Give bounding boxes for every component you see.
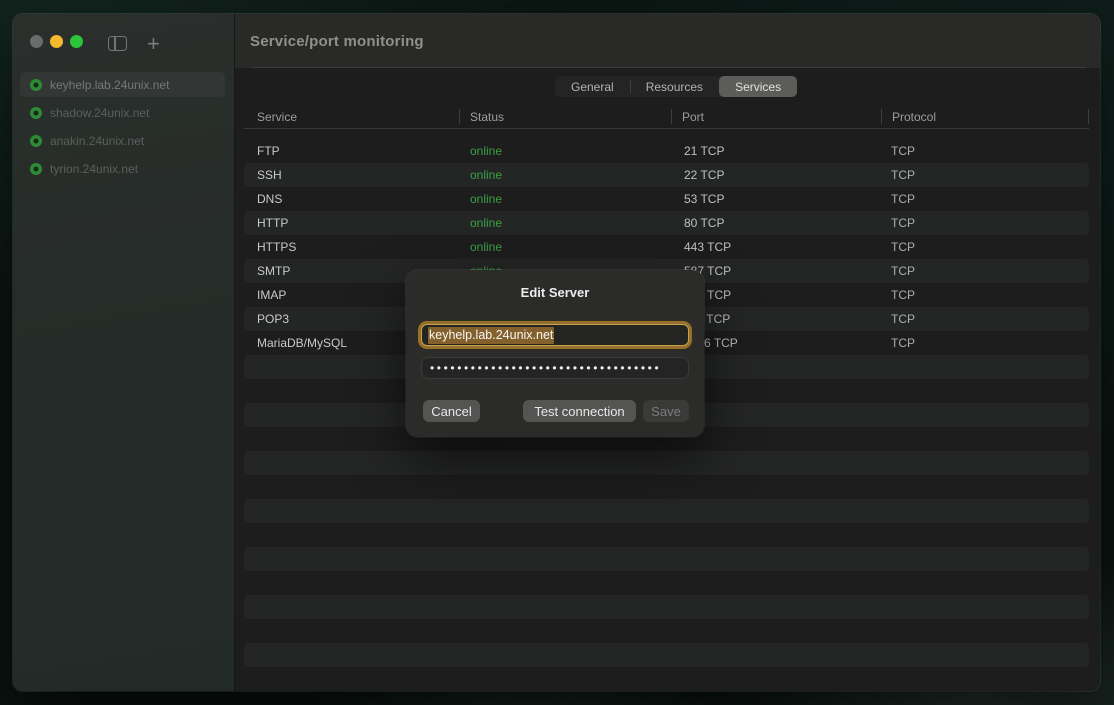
table-row-empty	[244, 451, 1089, 475]
test-connection-button[interactable]: Test connection	[523, 400, 636, 422]
column-header-protocol[interactable]: Protocol	[881, 105, 1089, 128]
save-button[interactable]: Save	[643, 400, 689, 422]
cell-protocol: TCP	[881, 216, 1089, 230]
cell-port: 22 TCP	[671, 168, 881, 182]
cell-port: 21 TCP	[671, 144, 881, 158]
sidebar-item-server[interactable]: shadow.24unix.net	[20, 100, 225, 125]
tab-services[interactable]: Services	[719, 76, 797, 97]
tab-general[interactable]: General	[555, 76, 630, 97]
cell-status: online	[459, 168, 671, 182]
server-name-label: anakin.24unix.net	[50, 134, 144, 148]
password-input[interactable]: ••••••••••••••••••••••••••••••••••	[421, 357, 689, 379]
table-row-empty	[244, 547, 1089, 571]
column-header-status[interactable]: Status	[459, 105, 671, 128]
table-row-empty	[244, 475, 1089, 499]
edit-server-dialog: Edit Server keyhelp.lab.24unix.net •••••…	[406, 270, 704, 437]
close-button[interactable]	[30, 35, 43, 48]
cell-protocol: TCP	[881, 336, 1089, 350]
sidebar-item-server[interactable]: anakin.24unix.net	[20, 128, 225, 153]
server-status-icon	[30, 107, 42, 119]
server-status-icon	[30, 135, 42, 147]
page-title: Service/port monitoring	[250, 14, 424, 68]
host-input-selected-text: keyhelp.lab.24unix.net	[428, 327, 554, 344]
column-header-service[interactable]: Service	[244, 105, 459, 128]
table-row-empty	[244, 499, 1089, 523]
server-status-icon	[30, 79, 42, 91]
server-status-icon	[30, 163, 42, 175]
cell-service: FTP	[244, 144, 459, 158]
password-masked-dots: ••••••••••••••••••••••••••••••••••	[430, 357, 661, 379]
titlebar-separator	[253, 67, 1086, 69]
cell-status: online	[459, 240, 671, 254]
table-row[interactable]: HTTPonline80 TCPTCP	[244, 211, 1089, 235]
cell-status: online	[459, 192, 671, 206]
table-row-empty	[244, 595, 1089, 619]
column-header-port[interactable]: Port	[671, 105, 881, 128]
titlebar: Service/port monitoring	[235, 14, 1100, 68]
traffic-lights	[30, 35, 83, 48]
server-name-label: shadow.24unix.net	[50, 106, 149, 120]
cell-protocol: TCP	[881, 168, 1089, 182]
cell-service: SSH	[244, 168, 459, 182]
table-row[interactable]: DNSonline53 TCPTCP	[244, 187, 1089, 211]
table-row-empty	[244, 643, 1089, 667]
cell-port: 80 TCP	[671, 216, 881, 230]
cell-protocol: TCP	[881, 144, 1089, 158]
server-list: keyhelp.lab.24unix.net shadow.24unix.net a…	[20, 72, 225, 184]
cell-service: HTTPS	[244, 240, 459, 254]
server-name-label: tyrion.24unix.net	[50, 162, 138, 176]
add-server-icon[interactable]: +	[147, 36, 160, 51]
table-row-empty	[244, 667, 1089, 691]
tab-segmented-control: GeneralResourcesServices	[555, 76, 797, 97]
desktop-wallpaper: + keyhelp.lab.24unix.net shadow.24unix.ne…	[0, 0, 1114, 705]
cell-protocol: TCP	[881, 312, 1089, 326]
cell-status: online	[459, 144, 671, 158]
tab-resources[interactable]: Resources	[630, 76, 719, 97]
sidebar-item-server[interactable]: tyrion.24unix.net	[20, 156, 225, 181]
zoom-button[interactable]	[70, 35, 83, 48]
table-row[interactable]: SSHonline22 TCPTCP	[244, 163, 1089, 187]
host-input[interactable]: keyhelp.lab.24unix.net	[421, 324, 689, 346]
table-row-empty	[244, 571, 1089, 595]
table-row-empty	[244, 619, 1089, 643]
cell-protocol: TCP	[881, 192, 1089, 206]
sidebar: + keyhelp.lab.24unix.net shadow.24unix.ne…	[13, 14, 235, 691]
toggle-sidebar-icon[interactable]	[108, 36, 127, 51]
sidebar-item-server[interactable]: keyhelp.lab.24unix.net	[20, 72, 225, 97]
minimize-button[interactable]	[50, 35, 63, 48]
services-table-header: ServiceStatusPortProtocol	[244, 105, 1089, 129]
cell-port: 443 TCP	[671, 240, 881, 254]
cell-protocol: TCP	[881, 240, 1089, 254]
table-row[interactable]: HTTPSonline443 TCPTCP	[244, 235, 1089, 259]
cell-port: 53 TCP	[671, 192, 881, 206]
table-row[interactable]: FTPonline21 TCPTCP	[244, 139, 1089, 163]
server-name-label: keyhelp.lab.24unix.net	[50, 78, 169, 92]
table-row-empty	[244, 523, 1089, 547]
cell-service: DNS	[244, 192, 459, 206]
cell-service: HTTP	[244, 216, 459, 230]
cell-protocol: TCP	[881, 288, 1089, 302]
dialog-title: Edit Server	[406, 285, 704, 300]
cell-protocol: TCP	[881, 264, 1089, 278]
cell-status: online	[459, 216, 671, 230]
cancel-button[interactable]: Cancel	[423, 400, 480, 422]
